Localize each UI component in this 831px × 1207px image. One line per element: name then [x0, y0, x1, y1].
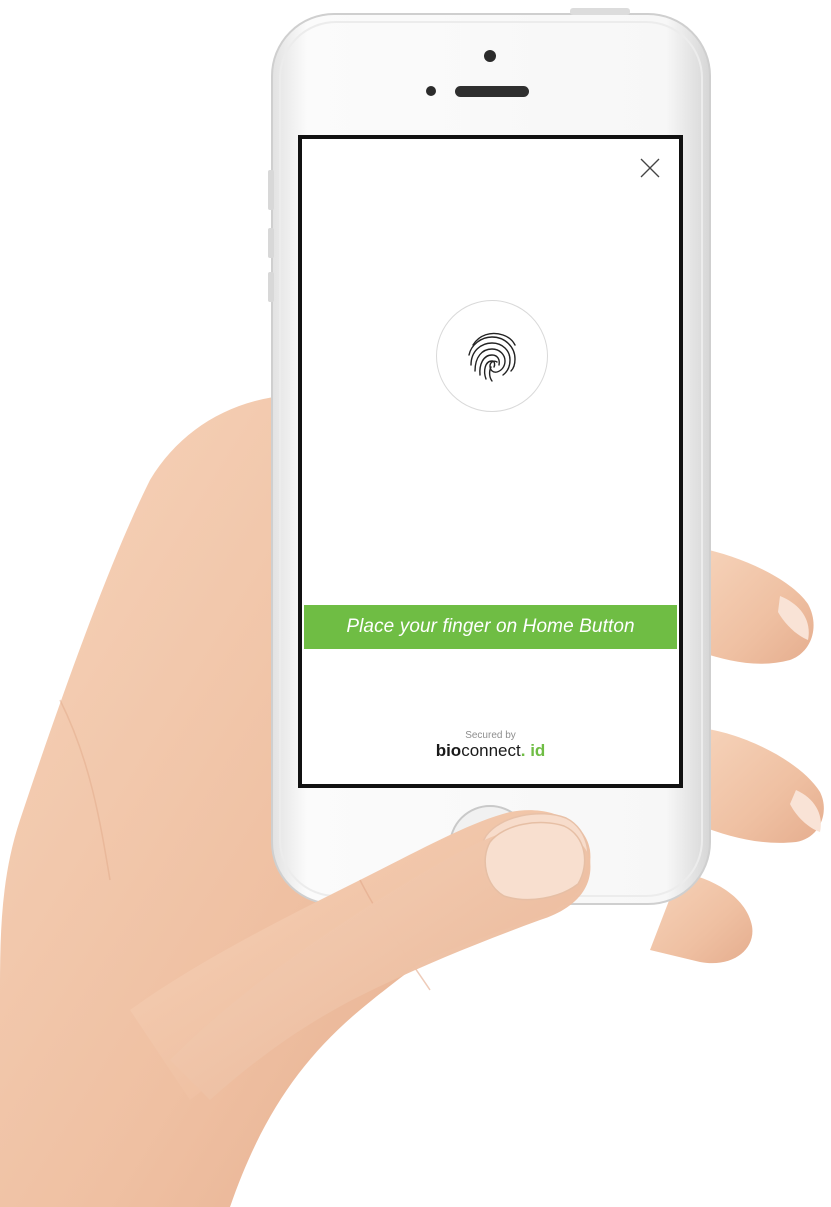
close-icon	[640, 158, 660, 178]
brand-logo: bioconnect. id	[302, 741, 679, 761]
app-screen: Place your finger on Home Button Secured…	[302, 139, 679, 784]
brand-suffix: id	[525, 741, 546, 760]
brand-bold: bio	[435, 741, 462, 760]
instruction-banner: Place your finger on Home Button	[304, 605, 677, 649]
photo-stage: Place your finger on Home Button Secured…	[0, 0, 831, 1207]
thumb-nail	[479, 812, 589, 902]
secured-by-label: Secured by	[465, 730, 516, 741]
finger-1	[700, 548, 814, 664]
instruction-text: Place your finger on Home Button	[346, 616, 635, 637]
fingerprint-indicator	[436, 300, 548, 412]
finger-2	[700, 728, 824, 843]
front-camera	[484, 50, 496, 62]
fingerprint-icon	[468, 332, 516, 382]
brand-regular: connect	[461, 741, 521, 760]
phone-side-button	[268, 170, 274, 210]
earpiece	[455, 86, 529, 97]
close-button[interactable]	[635, 153, 665, 183]
